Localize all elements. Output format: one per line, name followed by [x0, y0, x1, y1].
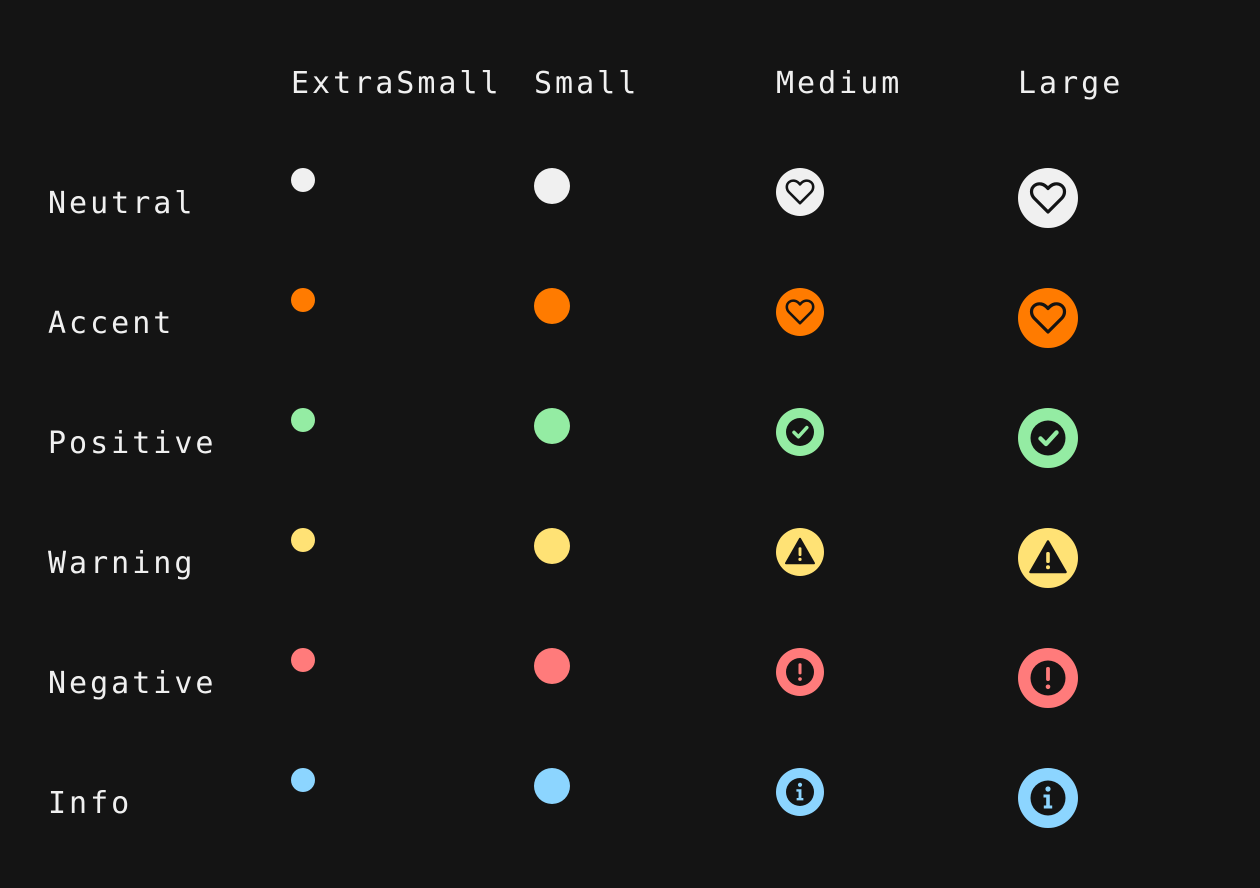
info-small-badge [534, 768, 570, 804]
warning-large-badge [1018, 528, 1078, 588]
positive-large-badge [1018, 408, 1078, 468]
warning-small-badge [534, 528, 570, 564]
negative-small-badge [534, 648, 570, 684]
negative-extra-small-badge [291, 648, 315, 672]
positive-extra-small-badge [291, 408, 315, 432]
accent-small-badge [534, 288, 570, 324]
row-label-info: Info [48, 786, 133, 821]
badge-size-grid: ExtraSmall Small Medium Large Neutral Ac… [0, 0, 1260, 888]
neutral-large-badge [1018, 168, 1078, 228]
positive-medium-badge [776, 408, 824, 456]
neutral-small-badge [534, 168, 570, 204]
column-header-large: Large [1018, 66, 1124, 101]
column-header-extra-small: ExtraSmall [291, 66, 502, 101]
neutral-medium-badge [776, 168, 824, 216]
column-header-medium: Medium [776, 66, 903, 101]
negative-medium-badge [776, 648, 824, 696]
warning-extra-small-badge [291, 528, 315, 552]
neutral-extra-small-badge [291, 168, 315, 192]
column-header-small: Small [534, 66, 640, 101]
accent-medium-badge [776, 288, 824, 336]
accent-extra-small-badge [291, 288, 315, 312]
info-extra-small-badge [291, 768, 315, 792]
row-label-positive: Positive [48, 426, 217, 461]
row-label-neutral: Neutral [48, 186, 196, 221]
warning-medium-badge [776, 528, 824, 576]
row-label-negative: Negative [48, 666, 217, 701]
info-medium-badge [776, 768, 824, 816]
negative-large-badge [1018, 648, 1078, 708]
row-label-warning: Warning [48, 546, 196, 581]
row-label-accent: Accent [48, 306, 175, 341]
accent-large-badge [1018, 288, 1078, 348]
info-large-badge [1018, 768, 1078, 828]
positive-small-badge [534, 408, 570, 444]
